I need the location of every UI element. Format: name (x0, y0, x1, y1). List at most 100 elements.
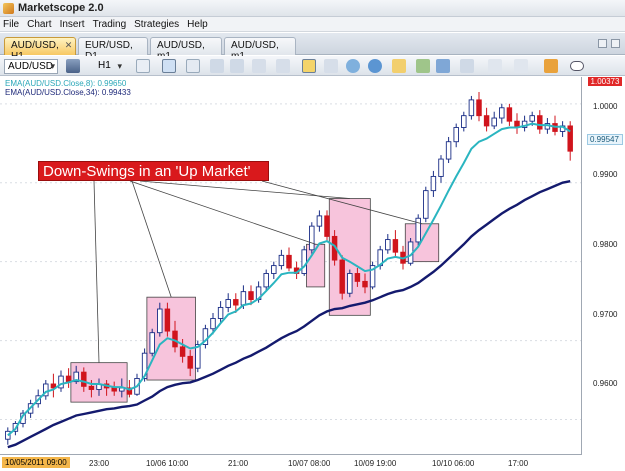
candle-down (248, 291, 254, 300)
x-tick-label: 10/07 08:00 (288, 459, 331, 468)
candle-down (483, 115, 490, 127)
x-tick-label: 23:00 (89, 459, 110, 468)
zoom-in-icon[interactable] (210, 59, 224, 73)
scroll-icon[interactable] (324, 59, 338, 73)
candle-up (309, 225, 315, 251)
candle-up (225, 299, 231, 308)
ellipse-icon[interactable] (570, 61, 584, 71)
restore-icon[interactable] (598, 39, 607, 48)
tab-audusd-m1[interactable]: AUD/USD, m1 (150, 37, 222, 62)
candle-chart-icon[interactable] (162, 59, 176, 73)
magnifier-icon[interactable] (252, 59, 266, 73)
candle-up (301, 249, 307, 274)
horizontal-line-icon[interactable] (488, 59, 502, 73)
candle-up (278, 254, 285, 267)
y-tick-label: 0.9700 (593, 310, 618, 319)
y-tick-label: 0.9900 (593, 170, 618, 179)
line-chart-icon[interactable] (136, 59, 150, 73)
candle-up (461, 115, 467, 128)
candle-up (491, 117, 497, 127)
first-date-label: 10/05/2011 09:00 (2, 457, 70, 468)
candle-down (172, 330, 178, 348)
candle-up (316, 215, 323, 227)
ema-fast-legend: EMA(AUD/USD.Close,8): 0.99650 (5, 79, 127, 88)
candle-down (65, 375, 72, 383)
candlestick-chart[interactable] (0, 77, 582, 455)
fan-lines-icon[interactable] (514, 59, 528, 73)
menu-trading[interactable]: Trading (93, 19, 127, 30)
zoom-out-icon[interactable] (230, 59, 244, 73)
candle-down (164, 308, 171, 332)
candle-up (149, 332, 155, 354)
tab-eurusd-d1[interactable]: EUR/USD, D1 (78, 37, 148, 62)
candle-down (392, 239, 399, 253)
menu-strategies[interactable]: Strategies (134, 19, 179, 30)
candle-up (271, 265, 277, 274)
chart-image-icon[interactable] (436, 59, 450, 73)
close-window-icon[interactable] (611, 39, 620, 48)
candle-down (537, 115, 543, 130)
close-icon[interactable]: ✕ (65, 40, 73, 51)
tab-audusd-m1-2[interactable]: AUD/USD, m1 (224, 37, 296, 62)
menu-insert[interactable]: Insert (60, 19, 85, 30)
candle-up (445, 141, 452, 160)
app-logo-icon (3, 2, 14, 14)
candle-up (468, 99, 475, 117)
picture-icon[interactable] (416, 59, 430, 73)
globe-icon[interactable] (368, 59, 382, 73)
annotation-leader-line (93, 180, 100, 363)
pencil-icon[interactable] (392, 59, 406, 73)
instrument-icon[interactable] (66, 59, 80, 73)
ema-slow-legend: EMA(AUD/USD.Close,34): 0.99433 (5, 88, 131, 97)
candle-down (81, 371, 87, 387)
x-tick-label: 10/09 19:00 (354, 459, 397, 468)
candle-down (339, 259, 345, 294)
candle-up (499, 107, 505, 119)
candle-up (157, 308, 163, 334)
candle-down (476, 99, 482, 117)
candle-down (179, 346, 186, 357)
candle-down (88, 385, 95, 390)
y-tick-label: 1.0000 (593, 102, 618, 111)
annotation-leader-line (129, 180, 316, 245)
refresh-icon[interactable] (346, 59, 360, 73)
candle-down (324, 215, 330, 237)
chart-area[interactable] (0, 77, 582, 455)
cursor-icon[interactable] (276, 59, 290, 73)
candle-up (438, 158, 444, 177)
candle-down (506, 107, 513, 122)
app-title: Marketscope 2.0 (18, 2, 104, 14)
annotation-callout[interactable]: Down-Swings in an 'Up Market' (38, 161, 269, 181)
current-price-marker: 0.99547 (587, 134, 623, 145)
candle-down (233, 299, 239, 306)
x-tick-label: 17:00 (508, 459, 529, 468)
candle-up (240, 291, 247, 306)
brush-icon[interactable] (544, 59, 558, 73)
candle-up (529, 115, 535, 122)
candle-up (453, 127, 459, 143)
candle-up (415, 217, 421, 243)
crosshair-icon[interactable] (302, 59, 316, 73)
menu-file[interactable]: File (3, 19, 19, 30)
symbol-select[interactable]: AUD/USD (4, 59, 58, 74)
candle-up (385, 239, 391, 251)
y-tick-label: 0.9800 (593, 240, 618, 249)
tab-audusd-h1[interactable]: AUD/USD, H1 ✕ (4, 37, 76, 62)
y-tick-label: 0.9600 (593, 379, 618, 388)
menu-help[interactable]: Help (187, 19, 208, 30)
candle-up (210, 318, 216, 330)
high-price-badge: 1.00373 (588, 77, 622, 86)
x-tick-label: 10/10 06:00 (432, 459, 475, 468)
chart-tab-bar: AUD/USD, H1 ✕ EUR/USD, D1 AUD/USD, m1 AU… (0, 33, 625, 62)
timeframe-select[interactable]: H1 (96, 59, 124, 74)
ema-slow-line (7, 180, 571, 449)
layers-icon[interactable] (460, 59, 474, 73)
window-titlebar: Marketscope 2.0 (0, 0, 625, 17)
candle-up (217, 306, 224, 319)
candle-down (187, 355, 193, 369)
menu-chart[interactable]: Chart (27, 19, 51, 30)
chart-settings-icon[interactable] (186, 59, 200, 73)
x-tick-label: 10/06 10:00 (146, 459, 189, 468)
candle-down (286, 254, 292, 269)
candle-up (430, 175, 437, 192)
